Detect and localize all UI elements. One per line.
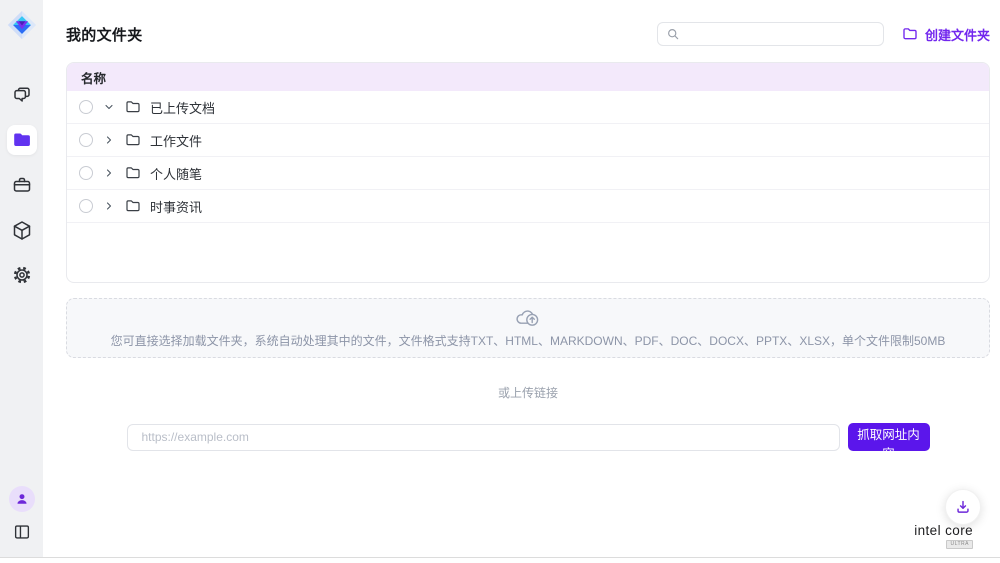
folder-name: 个人随笔 (150, 164, 202, 183)
user-avatar[interactable] (9, 486, 35, 512)
folder-name: 已上传文档 (150, 98, 215, 117)
folder-icon (12, 130, 32, 150)
folder-row[interactable]: 已上传文档 (67, 91, 989, 124)
upload-dropzone[interactable]: 您可直接选择加载文件夹，系统自动处理其中的文件，文件格式支持TXT、HTML、M… (66, 298, 990, 358)
download-icon (954, 498, 972, 516)
row-checkbox[interactable] (79, 166, 93, 180)
row-checkbox[interactable] (79, 100, 93, 114)
person-icon (14, 491, 30, 507)
sidebar-item-toolbox[interactable] (7, 170, 37, 200)
row-checkbox[interactable] (79, 133, 93, 147)
main-content: 我的文件夹 创建文件夹 (43, 0, 1000, 557)
upload-hint: 您可直接选择加载文件夹，系统自动处理其中的文件，文件格式支持TXT、HTML、M… (111, 332, 946, 349)
app-logo[interactable] (6, 9, 38, 41)
link-upload-label: 或上传链接 (66, 384, 990, 401)
sidebar (0, 0, 43, 557)
folder-table: 名称 已上传文档 工作文件 (66, 62, 990, 283)
create-folder-button[interactable]: 创建文件夹 (902, 25, 990, 44)
sidebar-footer (9, 486, 35, 545)
download-button[interactable] (945, 489, 981, 525)
create-folder-icon (902, 26, 918, 42)
chevron-right-icon[interactable] (102, 134, 116, 146)
row-checkbox[interactable] (79, 199, 93, 213)
page-title: 我的文件夹 (66, 24, 143, 45)
chevron-down-icon[interactable] (102, 101, 116, 113)
url-upload-row: 抓取网址内容 (66, 423, 990, 451)
panel-toggle-icon (12, 522, 32, 542)
search-box[interactable] (657, 22, 884, 46)
collapse-sidebar-button[interactable] (9, 519, 35, 545)
fetch-url-button[interactable]: 抓取网址内容 (848, 423, 930, 451)
cube-icon (11, 219, 33, 241)
bottom-divider (0, 557, 1000, 558)
sidebar-nav (7, 80, 37, 290)
folder-name: 工作文件 (150, 131, 202, 150)
folder-row[interactable]: 时事资讯 (67, 190, 989, 223)
topbar: 我的文件夹 创建文件夹 (66, 20, 990, 48)
create-folder-label: 创建文件夹 (925, 25, 990, 44)
folder-outline-icon (125, 99, 141, 115)
sidebar-item-chat[interactable] (7, 80, 37, 110)
sidebar-item-folders[interactable] (7, 125, 37, 155)
chat-icon (11, 84, 33, 106)
chevron-right-icon[interactable] (102, 167, 116, 179)
url-input[interactable] (127, 424, 840, 451)
folder-outline-icon (125, 165, 141, 181)
sidebar-item-settings[interactable] (7, 260, 37, 290)
intel-core-wordmark: intel core (914, 523, 973, 538)
search-icon (666, 27, 680, 41)
folder-row[interactable]: 个人随笔 (67, 157, 989, 190)
folder-row[interactable]: 工作文件 (67, 124, 989, 157)
column-header-name: 名称 (81, 68, 106, 87)
briefcase-icon (11, 174, 33, 196)
search-input[interactable] (686, 26, 875, 42)
folder-outline-icon (125, 132, 141, 148)
gem-logo-icon (7, 10, 37, 40)
gear-icon (11, 264, 33, 286)
intel-ultra-badge: ULTRA (946, 540, 973, 549)
folder-name: 时事资讯 (150, 197, 202, 216)
folder-outline-icon (125, 198, 141, 214)
table-header-row: 名称 (67, 63, 989, 91)
sidebar-item-models[interactable] (7, 215, 37, 245)
cloud-upload-icon (514, 307, 542, 329)
chevron-right-icon[interactable] (102, 200, 116, 212)
intel-core-logo: intel core ULTRA (914, 524, 973, 549)
